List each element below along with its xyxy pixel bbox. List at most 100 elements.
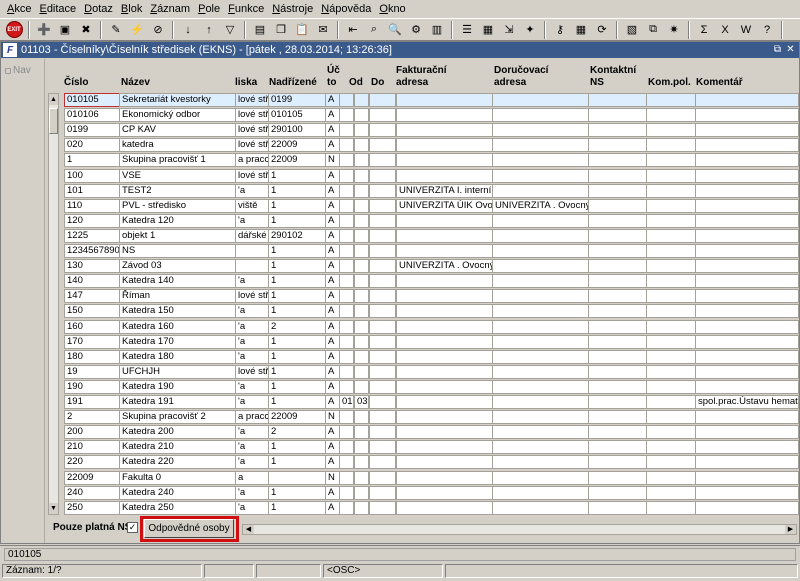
cell-doruc[interactable] [492, 213, 589, 228]
insert-record-icon[interactable]: ▣ [55, 20, 75, 39]
cell-do[interactable] [354, 123, 369, 138]
cell-od[interactable] [339, 410, 354, 425]
filter-icon[interactable]: ▽ [220, 20, 240, 39]
cell-doruc[interactable] [492, 319, 589, 334]
cell-nazev[interactable]: Katedra 140 [119, 274, 236, 289]
cell-nazev[interactable]: Skupina pracovišť 1 [119, 153, 236, 168]
cell-od[interactable]: 01 [339, 395, 354, 409]
menu-item-6[interactable]: Funkce [224, 0, 268, 18]
cell-doruc[interactable] [492, 228, 589, 243]
cell-nazev[interactable]: Katedra 120 [119, 213, 236, 228]
cell-koment[interactable] [695, 349, 799, 364]
cell-fakt[interactable] [396, 289, 493, 304]
cell-do[interactable] [354, 198, 369, 213]
cell-fakt[interactable] [396, 395, 493, 409]
cell-nadrizene[interactable]: 1 [268, 349, 326, 364]
cell-kompol[interactable] [646, 500, 696, 515]
cell-kontakt[interactable] [588, 168, 647, 183]
cell-fakt[interactable] [396, 410, 493, 425]
menu-item-9[interactable]: Okno [375, 0, 409, 18]
cell-kontakt[interactable] [588, 183, 647, 198]
cell-kompol[interactable] [646, 108, 696, 123]
cell-nazev[interactable]: Katedra 190 [119, 379, 236, 394]
cell-cislo[interactable]: 147 [64, 289, 120, 304]
cell-blank[interactable] [369, 93, 396, 107]
cell-koment[interactable] [695, 153, 799, 168]
cell-ucto[interactable]: A [325, 304, 340, 319]
cell-nadrizene[interactable]: 22009 [268, 153, 326, 168]
cell-fakt[interactable] [396, 455, 493, 470]
cell-kontakt[interactable] [588, 364, 647, 379]
cell-nazev[interactable]: Katedra 150 [119, 304, 236, 319]
cell-liska[interactable]: a pracc [235, 410, 269, 425]
cell-fakt[interactable] [396, 244, 493, 258]
cell-nadrizene[interactable]: 1 [268, 198, 326, 213]
cell-koment[interactable] [695, 304, 799, 319]
cell-kontakt[interactable] [588, 485, 647, 500]
cell-do[interactable] [354, 334, 369, 349]
cell-doruc[interactable] [492, 410, 589, 425]
cell-cislo[interactable]: 150 [64, 304, 120, 319]
cell-liska[interactable]: 'a [235, 379, 269, 394]
cell-kontakt[interactable] [588, 123, 647, 138]
cell-blank[interactable] [369, 470, 396, 485]
cell-liska[interactable]: 'a [235, 183, 269, 198]
cell-fakt[interactable] [396, 470, 493, 485]
cell-kontakt[interactable] [588, 93, 647, 107]
cell-liska[interactable]: 'a [235, 440, 269, 455]
cell-cislo[interactable]: 200 [64, 425, 120, 440]
cell-fakt[interactable] [396, 93, 493, 107]
first-record-icon[interactable]: ⇤ [343, 20, 363, 39]
cell-koment[interactable] [695, 425, 799, 440]
cell-liska[interactable]: 'a [235, 425, 269, 440]
cell-cislo[interactable]: 0199 [64, 123, 120, 138]
cell-koment[interactable] [695, 470, 799, 485]
cell-kompol[interactable] [646, 153, 696, 168]
column-header-fakt[interactable]: Fakturační adresa [396, 65, 447, 89]
cell-liska[interactable]: lové stř [235, 138, 269, 153]
cell-cislo[interactable]: 190 [64, 379, 120, 394]
cell-koment[interactable] [695, 274, 799, 289]
cell-fakt[interactable] [396, 379, 493, 394]
close-icon[interactable]: ✕ [785, 44, 796, 56]
scroll-right-icon[interactable]: ▶ [785, 525, 796, 534]
cell-do[interactable] [354, 259, 369, 274]
cell-blank[interactable] [369, 244, 396, 258]
scroll-thumb[interactable] [49, 108, 58, 134]
cell-liska[interactable]: 'a [235, 500, 269, 515]
cell-kontakt[interactable] [588, 334, 647, 349]
cell-kompol[interactable] [646, 138, 696, 153]
menu-item-1[interactable]: Editace [35, 0, 80, 18]
cell-liska[interactable]: lové stř [235, 123, 269, 138]
scroll-left-icon[interactable]: ◀ [243, 525, 254, 534]
cell-do[interactable] [354, 274, 369, 289]
cell-nadrizene[interactable]: 0199 [268, 93, 326, 107]
cell-koment[interactable] [695, 93, 799, 107]
cell-liska[interactable]: a [235, 470, 269, 485]
cell-nazev[interactable]: Katedra 170 [119, 334, 236, 349]
cell-kontakt[interactable] [588, 244, 647, 258]
cell-nazev[interactable]: Fakulta 0 [119, 470, 236, 485]
cell-kompol[interactable] [646, 319, 696, 334]
cell-nadrizene[interactable]: 1 [268, 364, 326, 379]
menu-item-7[interactable]: Nástroje [268, 0, 317, 18]
cell-fakt[interactable] [396, 228, 493, 243]
cell-cislo[interactable]: 210 [64, 440, 120, 455]
cell-do[interactable] [354, 425, 369, 440]
cell-fakt[interactable] [396, 334, 493, 349]
cell-blank[interactable] [369, 440, 396, 455]
scroll-up-icon[interactable]: ▲ [49, 94, 58, 105]
cell-kontakt[interactable] [588, 153, 647, 168]
cell-fakt[interactable] [396, 349, 493, 364]
cell-ucto[interactable]: A [325, 228, 340, 243]
cell-doruc[interactable] [492, 123, 589, 138]
cell-nazev[interactable]: Závod 03 [119, 259, 236, 274]
cell-do[interactable] [354, 349, 369, 364]
cell-blank[interactable] [369, 319, 396, 334]
search-icon[interactable]: 🔍 [385, 20, 405, 39]
cell-doruc[interactable] [492, 455, 589, 470]
cell-blank[interactable] [369, 500, 396, 515]
cell-fakt[interactable] [396, 319, 493, 334]
cell-liska[interactable]: lové stř [235, 108, 269, 123]
cell-ucto[interactable]: N [325, 410, 340, 425]
